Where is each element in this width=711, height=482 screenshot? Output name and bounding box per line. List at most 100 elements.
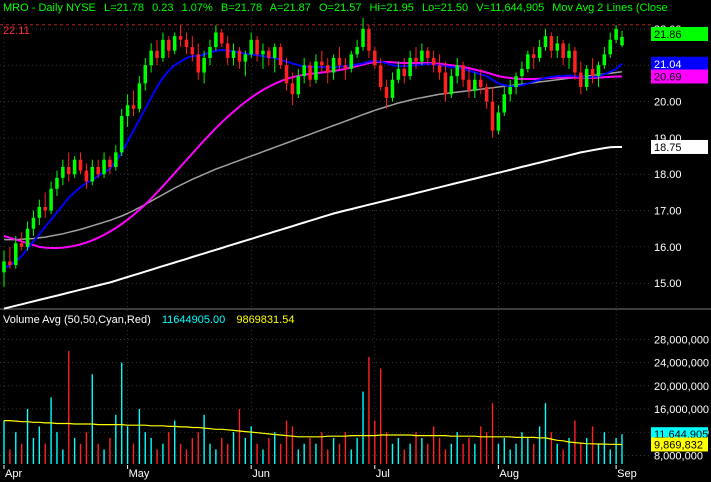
candle-body: [496, 112, 501, 131]
month-label: Jul: [376, 468, 390, 480]
candle-body: [290, 83, 295, 95]
candle-body: [437, 65, 442, 73]
candle-body: [320, 61, 324, 66]
candle-body: [567, 50, 571, 58]
candle-body: [231, 50, 236, 58]
candle-body: [243, 54, 248, 62]
month-label: May: [129, 468, 150, 480]
candle-body: [490, 101, 495, 131]
price-tick-label: 15.00: [654, 278, 682, 290]
candle-body: [19, 243, 24, 247]
candle-body: [355, 47, 359, 55]
grid-lines: [0, 18, 711, 464]
month-label: Jun: [252, 468, 270, 480]
volume-tick-label: 20,000,000: [654, 381, 709, 393]
axes: 15.0016.0017.0018.0019.0020.0021.0022.00…: [3, 24, 709, 480]
candle-body: [137, 83, 142, 109]
candle-body: [384, 87, 389, 98]
candle-body: [131, 105, 136, 109]
candle-body: [590, 68, 595, 77]
candle-body: [196, 54, 200, 73]
candle-body: [584, 68, 589, 88]
candle-body: [237, 50, 242, 62]
candle-body: [337, 57, 342, 66]
candle-body: [37, 206, 42, 218]
candle-body: [66, 166, 71, 175]
candle-body: [543, 36, 548, 48]
candle-body: [361, 28, 365, 48]
candle-body: [267, 50, 271, 58]
price-tick-label: 17.00: [654, 206, 682, 218]
candle-body: [190, 47, 195, 55]
candle-body: [225, 43, 230, 58]
month-label: Apr: [5, 468, 22, 480]
candle-body: [2, 261, 6, 273]
candle-body: [473, 79, 477, 91]
volume-tick-label: 28,000,000: [654, 334, 709, 346]
candlesticks: [2, 18, 624, 287]
candle-body: [461, 65, 465, 80]
candle-body: [390, 79, 395, 98]
candle-body: [484, 87, 489, 102]
candle-body: [526, 54, 530, 69]
candle-body: [426, 50, 430, 58]
candle-body: [220, 32, 224, 44]
price-tick-label: 18.00: [654, 169, 682, 181]
candle-body: [178, 36, 183, 40]
ma-gray-line: [4, 71, 623, 241]
candle-body: [396, 68, 401, 80]
candle-body: [455, 65, 459, 77]
price-tag: 20.69: [654, 71, 682, 83]
candle-body: [155, 50, 159, 58]
candle-body: [31, 217, 36, 229]
month-label: Sep: [617, 468, 637, 480]
candle-body: [102, 159, 106, 175]
candle-body: [49, 188, 53, 211]
candle-body: [143, 65, 148, 84]
candle-body: [296, 76, 301, 95]
candle-body: [43, 206, 47, 211]
candle-body: [261, 50, 265, 55]
candle-body: [573, 50, 577, 73]
candle-body: [579, 72, 583, 88]
candle-body: [161, 39, 165, 58]
candle-body: [278, 47, 283, 66]
candle-body: [373, 50, 377, 66]
candle-body: [14, 243, 18, 266]
candle-body: [608, 39, 612, 55]
volume-tick-label: 16,000,000: [654, 404, 709, 416]
candle-body: [78, 159, 83, 171]
candle-body: [531, 54, 536, 58]
candle-body: [443, 72, 448, 95]
price-tag: 21.86: [654, 29, 682, 41]
candle-body: [414, 57, 418, 62]
candle-body: [325, 65, 330, 73]
volume-bars: [3, 351, 623, 464]
candle-body: [561, 43, 565, 58]
candle-body: [249, 39, 253, 55]
candle-body: [61, 166, 65, 178]
candle-body: [343, 65, 348, 69]
candle-body: [208, 47, 212, 58]
candle-body: [184, 39, 189, 48]
candle-body: [172, 36, 177, 51]
candle-body: [514, 76, 518, 88]
candle-body: [214, 32, 218, 48]
price-tag: 18.75: [654, 142, 682, 154]
candle-body: [402, 68, 406, 77]
candle-body: [467, 79, 471, 91]
candle-body: [449, 76, 454, 95]
candle-body: [478, 79, 483, 88]
candle-body: [108, 159, 112, 167]
candle-body: [8, 261, 12, 266]
candle-body: [284, 65, 289, 84]
candle-body: [114, 152, 118, 167]
candle-body: [84, 170, 89, 182]
candle-body: [614, 28, 618, 40]
candle-body: [555, 43, 560, 51]
candle-body: [119, 116, 124, 153]
candle-body: [25, 228, 30, 247]
candle-body: [408, 57, 412, 77]
candle-body: [431, 57, 436, 66]
candle-body: [349, 54, 354, 69]
